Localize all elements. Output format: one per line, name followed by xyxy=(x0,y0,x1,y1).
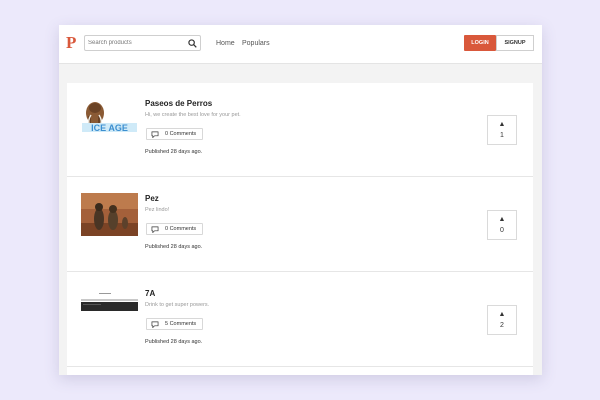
comments-label: 0 Comments xyxy=(165,226,197,232)
post-description: Pez lindo! xyxy=(145,207,170,213)
list-item: ICE AGE Paseos de Perros Hi, we create t… xyxy=(67,83,533,177)
published-date: Published 28 days ago. xyxy=(145,244,203,250)
product-thumbnail[interactable] xyxy=(81,193,138,236)
comments-button[interactable]: 5 Comments xyxy=(146,318,203,330)
post-title[interactable]: 7A xyxy=(145,289,155,299)
vote-count: 2 xyxy=(500,321,504,329)
nav-home-link[interactable]: Home xyxy=(216,40,235,48)
post-description: Drink to get super powers. xyxy=(145,302,210,308)
post-title[interactable]: Pez xyxy=(145,194,159,204)
published-date: Published 28 days ago. xyxy=(145,339,203,345)
comment-bubble-icon xyxy=(151,131,159,138)
upvote-arrow-icon: ▲ xyxy=(498,215,506,223)
comments-label: 0 Comments xyxy=(165,131,197,137)
product-thumbnail[interactable]: ICE AGE xyxy=(81,99,138,133)
list-item: 7A Drink to get super powers. 5 Comments… xyxy=(67,273,533,367)
upvote-button[interactable]: ▲ 1 xyxy=(487,115,517,145)
comment-bubble-icon xyxy=(151,321,159,328)
logo[interactable]: P xyxy=(66,34,76,51)
product-thumbnail[interactable] xyxy=(81,291,138,313)
vote-count: 1 xyxy=(500,131,504,139)
upvote-button[interactable]: ▲ 0 xyxy=(487,210,517,240)
upvote-arrow-icon: ▲ xyxy=(498,120,506,128)
post-title[interactable]: Paseos de Perros xyxy=(145,99,212,109)
upvote-button[interactable]: ▲ 2 xyxy=(487,305,517,335)
thumbnail-text: ICE AGE xyxy=(91,123,128,133)
list-item: Pez Pez lindo! 0 Comments Published 28 d… xyxy=(67,178,533,272)
comment-bubble-icon xyxy=(151,226,159,233)
search-icon[interactable] xyxy=(188,39,197,48)
search-input[interactable] xyxy=(88,37,184,49)
login-button[interactable]: LOGIN xyxy=(464,35,496,51)
search-box[interactable] xyxy=(84,35,201,51)
nav-populars-link[interactable]: Populars xyxy=(242,40,270,48)
top-navbar: P Home Populars LOGIN SIGNUP xyxy=(59,25,542,64)
comments-button[interactable]: 0 Comments xyxy=(146,128,203,140)
published-date: Published 28 days ago. xyxy=(145,149,203,155)
vote-count: 0 xyxy=(500,226,504,234)
product-list: ICE AGE Paseos de Perros Hi, we create t… xyxy=(67,83,533,375)
comments-button[interactable]: 0 Comments xyxy=(146,223,203,235)
browser-window: P Home Populars LOGIN SIGNUP xyxy=(59,25,542,375)
comments-label: 5 Comments xyxy=(165,321,197,327)
upvote-arrow-icon: ▲ xyxy=(498,310,506,318)
signup-button[interactable]: SIGNUP xyxy=(496,35,534,51)
post-description: Hi, we create the best love for your pet… xyxy=(145,112,241,118)
